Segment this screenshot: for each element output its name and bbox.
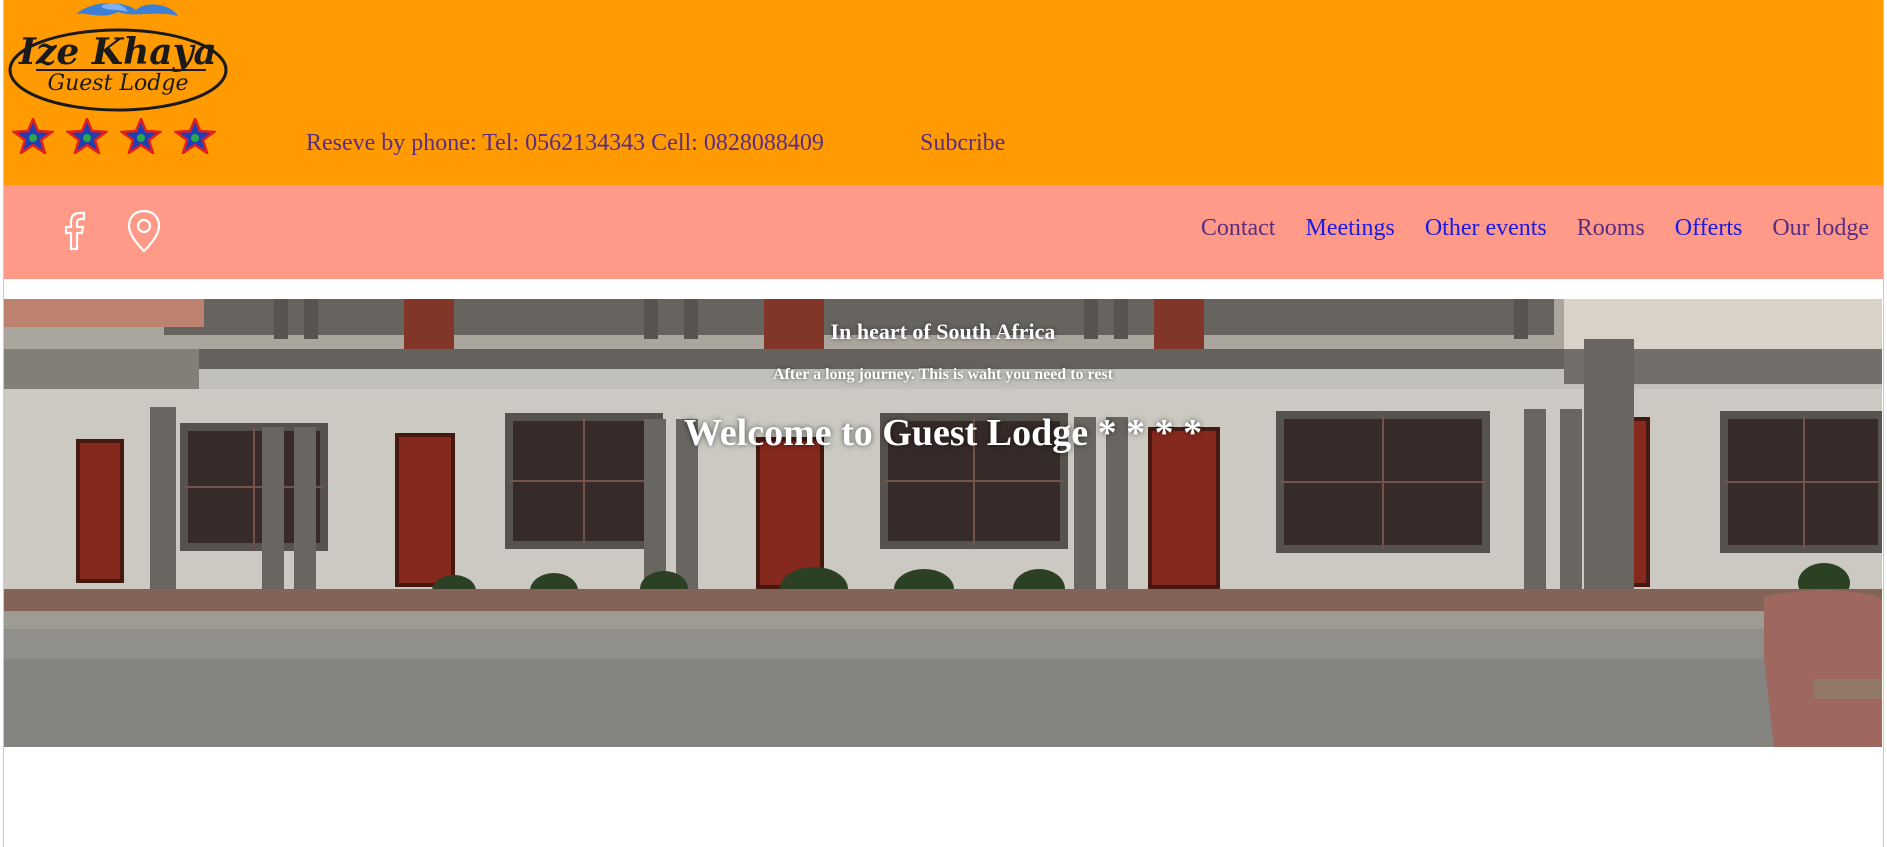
star-icon	[12, 118, 54, 154]
nav-meetings[interactable]: Meetings	[1305, 215, 1394, 242]
logo-name-line2: Guest Lodge	[48, 71, 189, 96]
nav-bar: Contact Meetings Other events Rooms Offe…	[4, 185, 1883, 279]
nav-rooms[interactable]: Rooms	[1577, 215, 1645, 242]
facebook-icon[interactable]	[56, 207, 96, 255]
hero-subtitle: After a long journey. This is waht you n…	[772, 366, 1113, 383]
nav-contact[interactable]: Contact	[1201, 215, 1276, 242]
nav-our-lodge[interactable]: Our lodge	[1772, 215, 1869, 242]
map-pin-icon[interactable]	[124, 207, 164, 255]
main-nav: Contact Meetings Other events Rooms Offe…	[1201, 215, 1869, 242]
star-rating	[12, 118, 216, 154]
hero-title: Welcome to Guest Lodge * * * *	[683, 412, 1203, 454]
social-links	[56, 207, 164, 255]
star-icon	[174, 118, 216, 154]
star-icon	[120, 118, 162, 154]
nav-offerts[interactable]: Offerts	[1675, 215, 1743, 242]
nav-other-events[interactable]: Other events	[1425, 215, 1547, 242]
hero-tagline: In heart of South Africa	[830, 319, 1056, 344]
subscribe-link[interactable]: Subcribe	[920, 130, 1005, 157]
hero-banner: In heart of South Africa After a long jo…	[4, 299, 1882, 747]
star-icon	[66, 118, 108, 154]
logo-name-line1: Ize Khaya	[18, 31, 217, 73]
lodge-logo[interactable]: Ize Khaya Guest Lodge	[6, 0, 228, 112]
top-header: Ize Khaya Guest Lodge Reseve by phone: T…	[4, 0, 1883, 185]
reserve-phone-text: Reseve by phone: Tel: 0562134343 Cell: 0…	[306, 130, 824, 156]
